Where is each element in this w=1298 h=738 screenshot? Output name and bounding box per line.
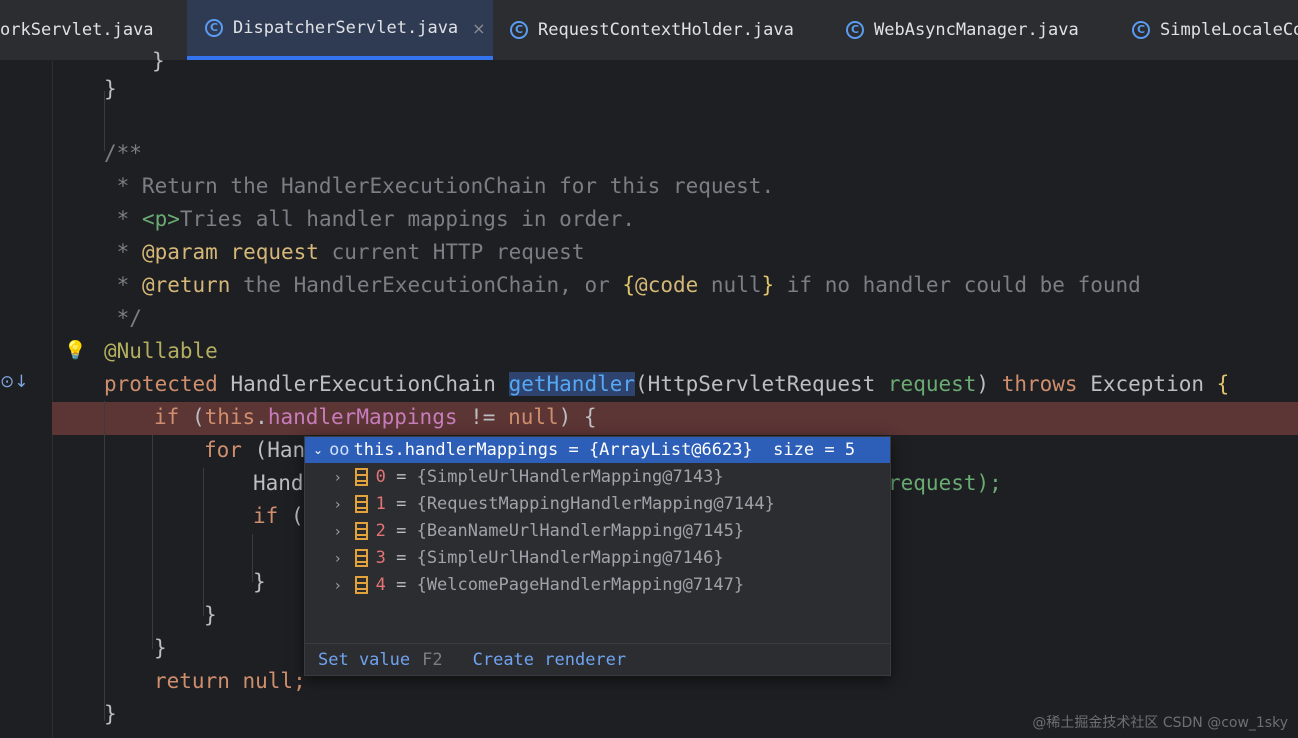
code-line: } [152, 49, 165, 73]
class-icon: C [205, 19, 223, 37]
field-icon [354, 522, 368, 540]
field-icon [354, 468, 368, 486]
close-icon[interactable]: × [472, 19, 485, 38]
indent-guide [203, 468, 204, 616]
popup-footer: Set value F2 Create renderer [305, 643, 890, 675]
create-renderer-link[interactable]: Create renderer [473, 650, 627, 670]
tab-label: WebAsyncManager.java [874, 20, 1079, 40]
watch-glasses-icon: oo [329, 440, 350, 460]
class-icon: C [510, 21, 528, 39]
editor-tab-bar: orkServlet.java C DispatcherServlet.java… [0, 0, 1298, 61]
code-line: if ( [253, 504, 304, 528]
code-line: * @param request current HTTP request [104, 240, 585, 264]
code-line: Hand [253, 471, 304, 495]
implemented-method-icon[interactable]: ⊙↓ [0, 372, 29, 392]
chevron-right-icon[interactable]: › [335, 497, 341, 513]
tab-request-context-holder[interactable]: C RequestContextHolder.java [510, 0, 794, 60]
indent-guide [104, 401, 105, 721]
code-line: * <p>Tries all handler mappings in order… [104, 207, 636, 231]
chevron-right-icon[interactable]: › [335, 524, 341, 540]
code-line: protected HandlerExecutionChain getHandl… [104, 372, 1230, 396]
chevron-right-icon[interactable]: › [335, 551, 341, 567]
shortcut-hint: F2 [422, 649, 443, 670]
code-line: */ [104, 306, 142, 330]
list-item[interactable]: › 4 = {WelcomePageHandlerMapping@7147} [335, 572, 744, 599]
code-line: for (Han [204, 438, 306, 462]
class-icon: C [1132, 21, 1150, 39]
chevron-right-icon[interactable]: › [335, 470, 341, 486]
field-icon [354, 576, 368, 594]
field-icon [354, 495, 368, 513]
list-item[interactable]: › 1 = {RequestMappingHandlerMapping@7144} [335, 491, 775, 518]
tab-web-async-manager[interactable]: C WebAsyncManager.java [846, 0, 1079, 60]
tab-label: DispatcherServlet.java [233, 18, 459, 38]
field-icon [354, 549, 368, 567]
editor-gutter[interactable] [0, 61, 53, 738]
code-line: * @return the HandlerExecutionChain, or … [104, 273, 1141, 297]
code-line: @Nullable [104, 339, 218, 363]
chevron-right-icon[interactable]: › [335, 578, 341, 594]
tab-dispatcher-servlet[interactable]: C DispatcherServlet.java × [187, 0, 493, 60]
class-icon: C [846, 21, 864, 39]
code-line: return null; [154, 669, 306, 693]
code-line: } [104, 702, 117, 726]
tab-label: SimpleLocaleCo [1160, 20, 1298, 40]
watermark: @稀土掘金技术社区 CSDN @cow_1sky [1032, 715, 1288, 731]
code-line: /** [104, 141, 142, 165]
method-name: getHandler [508, 372, 636, 396]
tab-label: orkServlet.java [0, 20, 154, 40]
list-item[interactable]: › 0 = {SimpleUrlHandlerMapping@7143} [335, 464, 724, 491]
code-line-tail: request); [888, 471, 1002, 495]
code-line: } [104, 77, 117, 101]
chevron-down-icon[interactable]: ⌄ [313, 443, 323, 457]
code-line: * Return the HandlerExecutionChain for t… [104, 174, 775, 198]
indent-guide [152, 435, 153, 649]
code-line: } [204, 603, 217, 627]
tab-simple-locale[interactable]: C SimpleLocaleCo [1132, 0, 1298, 60]
lightbulb-icon[interactable]: 💡 [64, 340, 86, 361]
code-line: } [253, 570, 266, 594]
popup-header-text: this.handlerMappings = {ArrayList@6623} … [353, 440, 856, 460]
list-item[interactable]: › 2 = {BeanNameUrlHandlerMapping@7145} [335, 518, 744, 545]
code-line: } [154, 636, 167, 660]
debug-value-popup[interactable]: ⌄ oo this.handlerMappings = {ArrayList@6… [304, 436, 891, 676]
tab-label: RequestContextHolder.java [538, 20, 794, 40]
popup-header[interactable]: ⌄ oo this.handlerMappings = {ArrayList@6… [305, 437, 890, 463]
set-value-link[interactable]: Set value [318, 650, 410, 670]
code-line-breakpoint: if (this.handlerMappings != null) { [154, 405, 597, 429]
list-item[interactable]: › 3 = {SimpleUrlHandlerMapping@7146} [335, 545, 724, 572]
